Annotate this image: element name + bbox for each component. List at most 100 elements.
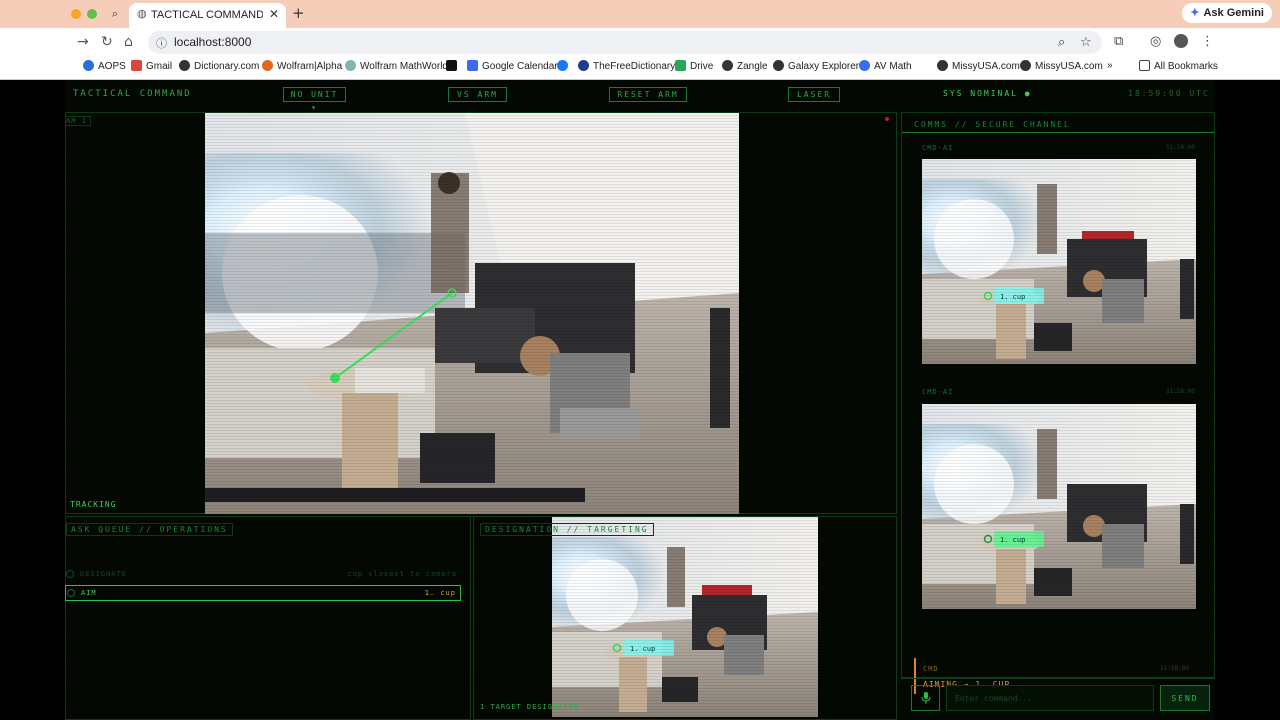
camera-scene [205,113,739,514]
window-zoom-button[interactable] [87,9,97,19]
queue-item-label: DESIGNATE [80,570,127,578]
tab-title: TACTICAL COMMAND // SIMP [151,9,263,21]
bookmark-label: AV Math [874,61,912,72]
app-brand: TACTICAL COMMAND [73,89,192,99]
bookmark-item[interactable]: Dictionary.com [179,60,259,72]
comms-header: COMMS // SECURE CHANNEL [902,117,1214,133]
queue-item-detail: cup closest to camera [347,570,457,578]
close-icon[interactable]: ✕ [269,7,279,21]
tracking-status: TRACKING [70,500,117,509]
designation-scene: 1. cup [552,517,818,717]
window-minimize-button[interactable] [71,9,81,19]
sync-icon[interactable]: ◎ [1150,34,1161,49]
app-top-bar: TACTICAL COMMAND NO UNIT ▾ VS ARM RESET … [65,86,1215,112]
bookmark-item[interactable]: Gmail [131,60,172,72]
bookmark-item[interactable] [446,60,461,72]
bookmark-label: MissyUSA.com [1035,61,1103,72]
site-info-icon[interactable]: ⓘ [156,35,167,51]
bookmark-label: Gmail [146,61,173,72]
bookmark-label: Wolfram|Alpha [277,61,343,72]
browser-toolbar: → ↻ ⌂ ⓘ localhost:8000 ⌕ ☆ ⧉ ◎ ⋮ [0,28,1280,56]
queue-item-aim[interactable]: AIM 1. cup [65,585,461,601]
bookmark-item[interactable]: MissyUSA.com [937,60,1020,72]
task-queue-panel: ASK QUEUE // OPERATIONS [65,516,471,720]
bookmark-item[interactable] [557,60,572,72]
designation-panel: 1. cup DESIGNATION // TARGETING 1 TARGET… [473,516,897,720]
comms-image-thumbnail[interactable]: 1. cup [922,159,1196,364]
bookmark-item[interactable]: AOPS [83,60,126,72]
tab-strip: ⌕ ◍ TACTICAL COMMAND // SIMP ✕ + ✦Ask Ge… [0,0,1280,28]
bookmark-label: Zangle [737,61,768,72]
command-input[interactable] [946,685,1154,711]
queue-item-designate[interactable]: DESIGNATE cup closest to camera [65,567,461,583]
queue-item-label: AIM [81,589,97,597]
bookmark-label: Wolfram MathWorld [360,61,448,72]
command-time: 11:58:00 [1160,665,1189,672]
message-time: 11:58:00 [1166,144,1195,151]
bookmark-item[interactable]: Google Calendar [467,60,558,72]
tab-search-icon[interactable]: ⌕ [106,5,124,23]
target-box-label: 1. cup [630,645,655,653]
message-sender: CMD-AI [922,144,954,152]
browser-chrome: ⌕ ◍ TACTICAL COMMAND // SIMP ✕ + ✦Ask Ge… [0,0,1280,80]
address-bar[interactable]: ⓘ localhost:8000 ⌕ ☆ [148,31,1102,54]
queue-item-detail: 1. cup [424,589,456,597]
ask-gemini-button[interactable]: ✦ Ask Gemini [1182,3,1272,23]
microphone-icon[interactable] [911,685,940,711]
bookmark-item[interactable]: Wolfram|Alpha [262,60,342,72]
all-bookmarks-label: All Bookmarks [1154,61,1218,72]
target-box-label: 1. cup [1000,536,1025,544]
bookmark-item[interactable]: Zangle [722,60,768,72]
page-margin [1215,80,1280,720]
task-status-icon [66,570,74,578]
forward-icon[interactable]: → [77,34,89,50]
camera-panel: AM 1 TRACKING [65,112,897,514]
all-bookmarks-button[interactable]: All Bookmarks [1139,60,1218,72]
bookmarks-overflow-icon[interactable]: » [1107,60,1113,71]
menu-kebab-icon[interactable]: ⋮ [1201,34,1214,49]
bookmarks-bar: AOPS Gmail Dictionary.com Wolfram|Alpha … [0,56,1280,78]
bookmark-label: Google Calendar [482,61,558,72]
bookmark-item[interactable]: Drive [675,60,713,72]
bookmark-item[interactable]: TheFreeDictionary [578,60,675,72]
designation-feed[interactable]: 1. cup [552,517,818,717]
send-button[interactable]: SEND [1160,685,1210,711]
new-tab-button[interactable]: + [292,4,305,22]
tactical-app: TACTICAL COMMAND NO UNIT ▾ VS ARM RESET … [65,80,1215,720]
camera-feed[interactable] [205,113,739,514]
bookmark-item[interactable]: AV Math [859,60,912,72]
laser-button[interactable]: LASER [788,87,840,102]
bookmark-label: TheFreeDictionary [593,61,676,72]
target-box-label: 1. cup [1000,293,1025,301]
bookmark-item[interactable]: Galaxy Explorer [773,60,859,72]
gemini-spark-icon: ✦ [1190,7,1200,19]
profile-avatar[interactable] [1174,34,1188,48]
designation-count: 1 TARGET DESIGNATED [480,703,580,711]
reset-arm-button[interactable]: RESET ARM [609,87,687,102]
bookmark-item[interactable]: MissyUSA.com [1020,60,1103,72]
zoom-icon[interactable]: ⌕ [1058,35,1065,50]
bookmark-label: Galaxy Explorer [788,61,860,72]
system-status: SYS NOMINAL ● [943,89,1032,98]
command-sender: CMD [923,665,939,673]
home-icon[interactable]: ⌂ [124,34,133,50]
utc-clock: 18:59:00 UTC [1128,89,1210,98]
task-status-icon [67,589,75,597]
browser-tab-active[interactable]: ◍ TACTICAL COMMAND // SIMP ✕ [129,3,286,28]
extensions-icon[interactable]: ⧉ [1114,34,1123,49]
message-sender: CMD-AI [922,388,954,396]
comms-image-thumbnail[interactable]: 1. cup [922,404,1196,609]
unit-select[interactable]: NO UNIT ▾ [283,87,346,112]
url-text: localhost:8000 [174,35,252,49]
task-queue-header: ASK QUEUE // OPERATIONS [66,523,233,536]
camera-label: AM 1 [65,116,91,126]
command-input-bar: SEND [901,678,1215,720]
message-time: 11:58:00 [1166,388,1195,395]
reload-icon[interactable]: ↻ [101,34,113,50]
bookmark-label: Dictionary.com [194,61,260,72]
designation-header: DESIGNATION // TARGETING [480,523,654,536]
bookmark-label: MissyUSA.com [952,61,1020,72]
vs-arm-button[interactable]: VS ARM [448,87,507,102]
bookmark-star-icon[interactable]: ☆ [1080,35,1092,50]
bookmark-item[interactable]: Wolfram MathWorld [345,60,448,72]
